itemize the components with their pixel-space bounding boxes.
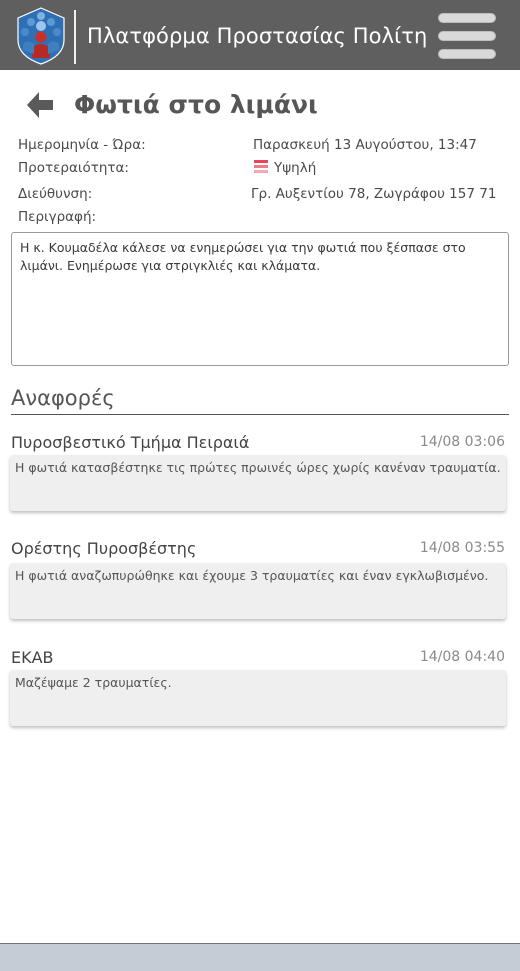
address-value: Γρ. Αυξεντίου 78, Ζωγράφου 157 71 (251, 186, 497, 202)
report-author: Ορέστης Πυροσβέστης (11, 539, 197, 558)
logo-separator (74, 10, 76, 64)
report-text: Η φωτιά κατασβέστηκε τις πρώτες πρωινές … (10, 455, 506, 511)
report-time: 14/08 03:06 (419, 434, 505, 450)
report-author: Πυροσβεστικό Τμήμα Πειραιά (11, 433, 250, 452)
description-textarea[interactable]: Η κ. Κουμαδέλα κάλεσε να ενημερώσει για … (11, 232, 509, 366)
section-divider (11, 414, 509, 415)
back-arrow-icon[interactable] (24, 89, 56, 121)
description-label: Περιγραφή: (18, 209, 97, 225)
reports-section-title: Αναφορές (11, 386, 115, 410)
bottom-bar (0, 943, 520, 971)
priority-value: Υψηλή (274, 160, 317, 176)
address-label: Διεύθυνση: (18, 186, 93, 202)
datetime-label: Ημερομηνία - Ώρα: (18, 137, 146, 153)
report-text: Η φωτιά αναζωπυρώθηκε και έχουμε 3 τραυμ… (10, 563, 506, 619)
report-author: ΕΚΑΒ (11, 648, 54, 667)
report-text: Μαζέψαμε 2 τραυματίες. (10, 670, 506, 726)
hamburger-menu-icon[interactable] (438, 13, 498, 61)
priority-high-icon (254, 160, 268, 174)
page-title: Φωτιά στο λιμάνι (74, 90, 318, 119)
datetime-value: Παρασκευή 13 Αυγούστου, 13:47 (253, 137, 477, 153)
app-title: Πλατφόρμα Προστασίας Πολίτη (87, 24, 428, 48)
report-time: 14/08 04:40 (419, 649, 505, 665)
report-time: 14/08 03:55 (419, 540, 505, 556)
priority-label: Προτεραιότητα: (18, 160, 129, 176)
citizens-shield-logo-icon (17, 7, 65, 65)
top-bar: Πλατφόρμα Προστασίας Πολίτη (0, 0, 520, 70)
